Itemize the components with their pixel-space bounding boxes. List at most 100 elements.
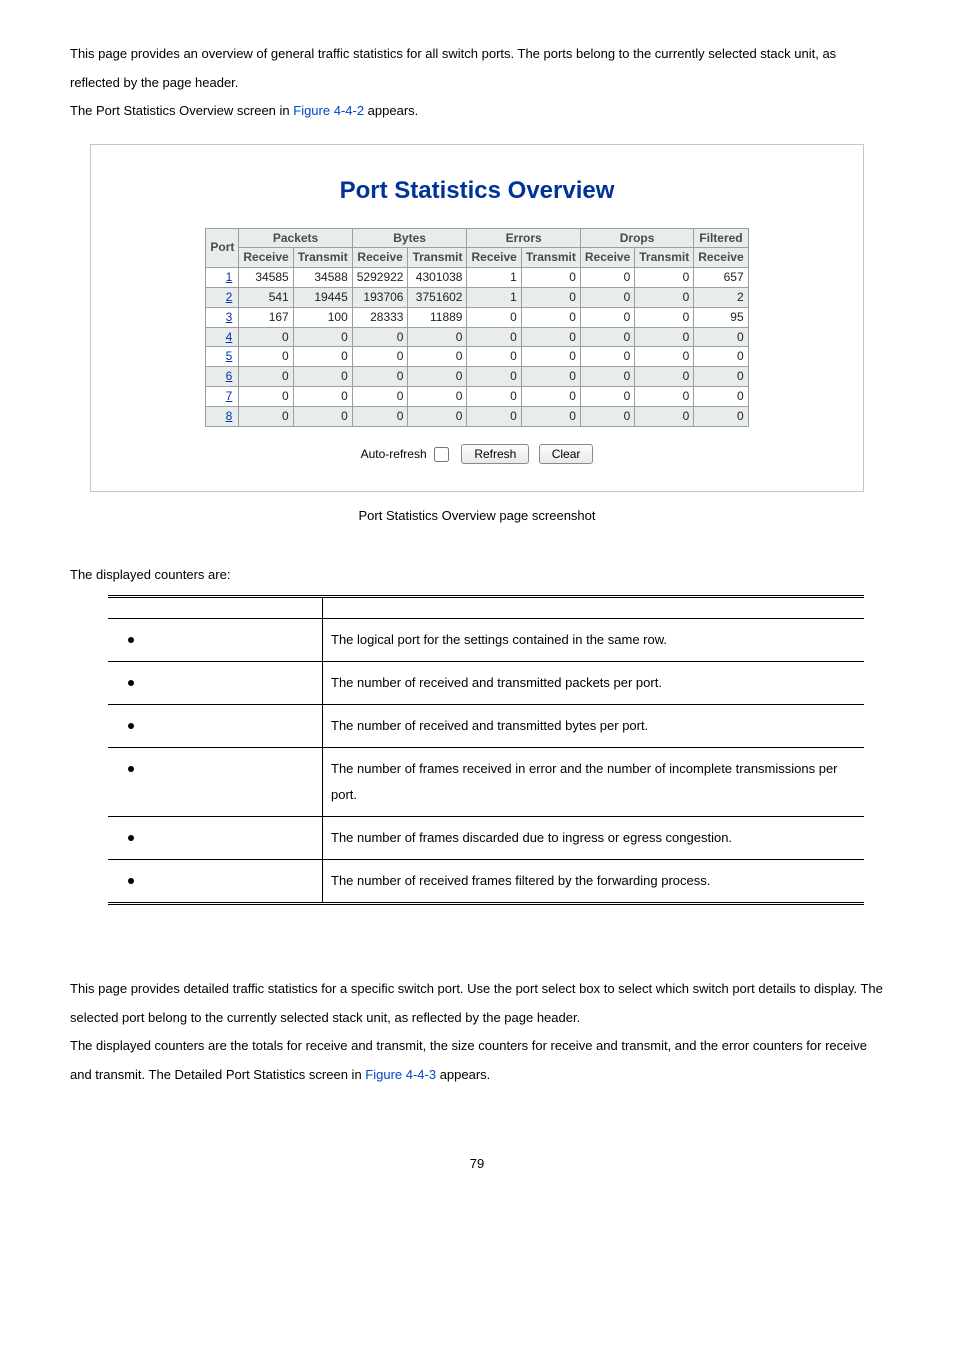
table-row: 6000000000	[206, 367, 748, 387]
intro-p2-post: appears.	[364, 103, 418, 118]
stat-cell: 0	[467, 327, 521, 347]
sub-byt-tx: Transmit	[408, 248, 467, 268]
stat-cell: 0	[635, 327, 694, 347]
stat-cell: 0	[408, 347, 467, 367]
stat-cell: 34585	[239, 268, 293, 288]
counter-desc-cell: The number of received and transmitted b…	[323, 705, 865, 748]
port-link[interactable]: 6	[226, 369, 233, 383]
table-row: 5000000000	[206, 347, 748, 367]
sub-drp-rx: Receive	[580, 248, 634, 268]
stat-cell: 0	[694, 406, 748, 426]
port-cell: 6	[206, 367, 239, 387]
counters-row: The number of received and transmitted p…	[108, 662, 864, 705]
stat-cell: 3751602	[408, 287, 467, 307]
screenshot-box: Port Statistics Overview Port Packets By…	[90, 144, 864, 492]
clear-button[interactable]: Clear	[539, 444, 594, 464]
counters-row: The number of frames received in error a…	[108, 748, 864, 817]
stat-cell: 0	[580, 386, 634, 406]
stat-cell: 0	[467, 347, 521, 367]
stat-cell: 0	[521, 367, 580, 387]
bullet-icon	[128, 878, 134, 884]
stat-cell: 0	[293, 386, 352, 406]
port-link[interactable]: 3	[226, 310, 233, 324]
figure-ref-4-4-3[interactable]: Figure 4-4-3	[365, 1067, 436, 1082]
counter-desc-cell: The number of frames discarded due to in…	[323, 817, 865, 860]
port-cell: 5	[206, 347, 239, 367]
counter-desc-cell: The number of received and transmitted p…	[323, 662, 865, 705]
counter-object-cell	[108, 748, 323, 817]
stat-cell: 0	[352, 347, 408, 367]
refresh-button[interactable]: Refresh	[461, 444, 529, 464]
sub-pkt-tx: Transmit	[293, 248, 352, 268]
counters-header-object	[108, 597, 323, 619]
stat-cell: 0	[694, 386, 748, 406]
stat-cell: 0	[580, 268, 634, 288]
auto-refresh-checkbox[interactable]	[434, 447, 449, 462]
stat-cell: 0	[352, 386, 408, 406]
counter-desc-cell: The number of frames received in error a…	[323, 748, 865, 817]
screenshot-caption: Port Statistics Overview page screenshot	[70, 502, 884, 531]
sub-flt-rx: Receive	[694, 248, 748, 268]
intro-p2-pre: The Port Statistics Overview screen in	[70, 103, 293, 118]
counter-desc-cell: The logical port for the settings contai…	[323, 619, 865, 662]
bullet-icon	[128, 637, 134, 643]
port-cell: 1	[206, 268, 239, 288]
stat-cell: 0	[239, 347, 293, 367]
stat-cell: 95	[694, 307, 748, 327]
stat-cell: 0	[239, 406, 293, 426]
stat-cell: 0	[521, 347, 580, 367]
stat-cell: 0	[467, 307, 521, 327]
stat-cell: 0	[239, 327, 293, 347]
port-link[interactable]: 7	[226, 389, 233, 403]
stat-cell: 0	[635, 386, 694, 406]
stat-cell: 34588	[293, 268, 352, 288]
section-detailed-stats: This page provides detailed traffic stat…	[70, 975, 884, 1089]
stat-cell: 0	[352, 406, 408, 426]
controls-row: Auto-refresh Refresh Clear	[105, 441, 849, 467]
stat-cell: 0	[467, 367, 521, 387]
stat-cell: 5292922	[352, 268, 408, 288]
table-row: 7000000000	[206, 386, 748, 406]
stat-cell: 0	[580, 327, 634, 347]
sub-err-rx: Receive	[467, 248, 521, 268]
col-bytes: Bytes	[352, 228, 467, 248]
port-cell: 4	[206, 327, 239, 347]
port-link[interactable]: 8	[226, 409, 233, 423]
counter-object-cell	[108, 662, 323, 705]
col-port: Port	[206, 228, 239, 268]
counter-object-cell	[108, 619, 323, 662]
stat-cell: 541	[239, 287, 293, 307]
table-row: 13458534588529292243010381000657	[206, 268, 748, 288]
port-link[interactable]: 4	[226, 330, 233, 344]
stat-cell: 0	[580, 406, 634, 426]
port-cell: 3	[206, 307, 239, 327]
stat-cell: 0	[635, 367, 694, 387]
stat-cell: 0	[580, 287, 634, 307]
stat-cell: 0	[580, 367, 634, 387]
stat-cell: 0	[408, 367, 467, 387]
sub-pkt-rx: Receive	[239, 248, 293, 268]
stat-cell: 0	[635, 406, 694, 426]
stat-cell: 657	[694, 268, 748, 288]
stat-cell: 0	[694, 367, 748, 387]
stat-cell: 0	[635, 287, 694, 307]
stat-cell: 0	[467, 406, 521, 426]
port-link[interactable]: 1	[226, 270, 233, 284]
stat-cell: 1	[467, 287, 521, 307]
bullet-icon	[128, 766, 134, 772]
port-link[interactable]: 5	[226, 349, 233, 363]
port-stats-table: Port Packets Bytes Errors Drops Filtered…	[205, 228, 748, 427]
stat-cell: 0	[521, 386, 580, 406]
table-row: 31671002833311889000095	[206, 307, 748, 327]
port-cell: 8	[206, 406, 239, 426]
table-row: 254119445193706375160210002	[206, 287, 748, 307]
figure-ref-4-4-2[interactable]: Figure 4-4-2	[293, 103, 364, 118]
stat-cell: 0	[521, 327, 580, 347]
port-link[interactable]: 2	[226, 290, 233, 304]
bullet-icon	[128, 723, 134, 729]
counters-row: The number of frames discarded due to in…	[108, 817, 864, 860]
stat-cell: 0	[408, 406, 467, 426]
stat-cell: 167	[239, 307, 293, 327]
detailed-p1: This page provides detailed traffic stat…	[70, 975, 884, 1032]
stat-cell: 0	[521, 406, 580, 426]
